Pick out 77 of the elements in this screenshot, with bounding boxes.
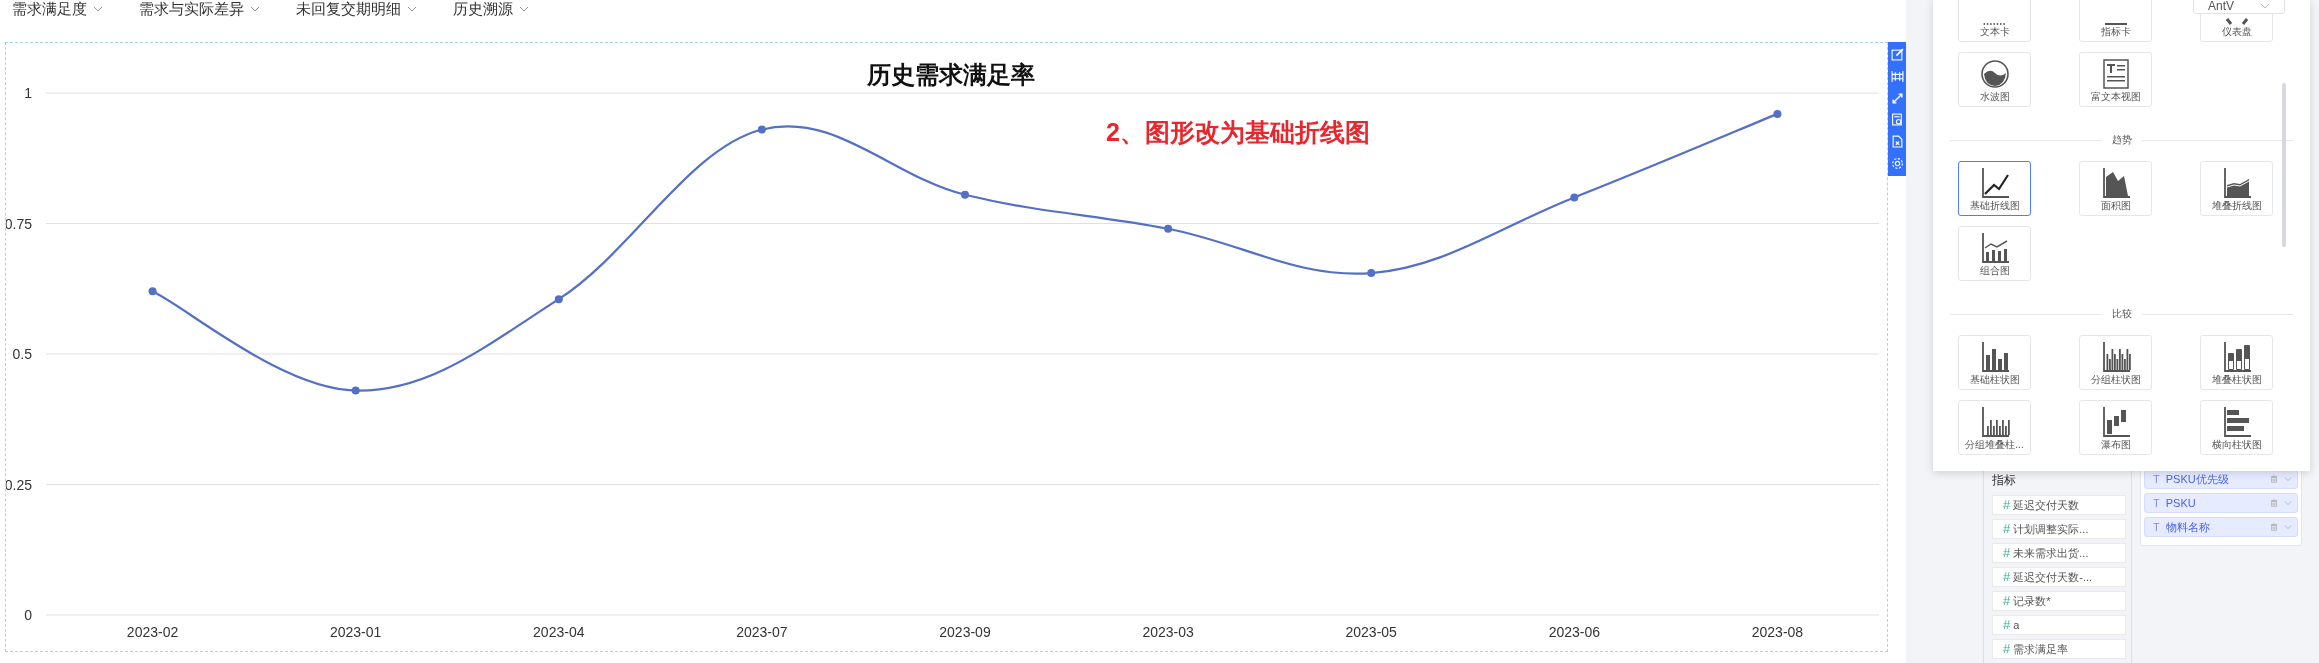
chevron-icon (407, 6, 417, 12)
chevron-icon[interactable] (2284, 499, 2292, 507)
chart-type-option[interactable]: 瀑布图 (2079, 400, 2152, 455)
metric-field[interactable]: # 延迟交付天数 (1992, 495, 2126, 515)
data-point (1570, 193, 1579, 202)
axis-label: 2023-03 (1142, 624, 1194, 640)
trash-icon[interactable] (2270, 475, 2278, 483)
data-point (1773, 109, 1782, 118)
nav-tab[interactable]: 需求满足度 (12, 0, 103, 18)
table-icon[interactable] (1890, 70, 1904, 83)
chart-type-option[interactable]: 堆叠柱状图 (2200, 335, 2273, 390)
chart-type-option[interactable]: 横向柱状图 (2200, 400, 2273, 455)
nav-tab[interactable]: 需求与实际差异 (139, 0, 260, 18)
axis-label: 1 (24, 85, 32, 101)
line-icon (2104, 23, 2127, 25)
chart-type-option[interactable]: 分组堆叠柱... (1958, 400, 2031, 455)
data-point (148, 287, 157, 296)
export-icon[interactable] (1890, 134, 1904, 148)
axis-label: 0.75 (6, 215, 32, 232)
metric-field[interactable]: # a (1992, 615, 2126, 635)
scrollbar[interactable] (2282, 83, 2286, 247)
chart-type-option[interactable]: 基础折线图 (1958, 161, 2031, 216)
engine-select[interactable]: AntV (2193, 0, 2285, 14)
metric-field[interactable]: # 未来需求出货... (1992, 543, 2126, 563)
axis-label: 2023-08 (1751, 624, 1804, 640)
metric-field[interactable]: # 计划调整实际... (1992, 519, 2126, 539)
axis-label: 2023-05 (1345, 624, 1397, 640)
metric-field[interactable]: # 需求满足率 (1992, 639, 2126, 659)
metric-field[interactable]: # 记录数* (1992, 591, 2126, 611)
axis-label: 0 (24, 607, 32, 623)
settings-icon[interactable] (1890, 156, 1904, 170)
edit-icon[interactable] (1890, 48, 1904, 62)
preview-icon[interactable] (1890, 113, 1904, 127)
section-title: 指标 (1992, 472, 2017, 489)
chevron-icon[interactable] (2284, 523, 2292, 531)
axis-label: 2023-02 (126, 624, 179, 640)
chevron-icon (250, 6, 260, 12)
chart-type-option[interactable]: 文本卡 (1958, 0, 2031, 42)
annotation-text: 2、图形改为基础折线图 (1106, 117, 1370, 148)
trash-icon[interactable] (2270, 499, 2278, 507)
data-point (961, 190, 969, 199)
section-title: 趋势 (2111, 133, 2132, 147)
chart-type-option[interactable]: 面积图 (2079, 161, 2152, 216)
section-title: 比较 (2111, 307, 2132, 321)
chart-type-option[interactable]: 组合图 (1958, 226, 2031, 281)
data-point (1367, 269, 1376, 278)
expand-icon[interactable] (1890, 91, 1904, 105)
chevron-icon (519, 6, 529, 12)
chart-type-option[interactable]: 水波图 (1958, 52, 2031, 107)
axis-label: 2023-04 (533, 624, 585, 640)
nav-tab[interactable]: 历史溯源 (453, 0, 529, 18)
data-point (351, 386, 360, 395)
chevron-icon (2260, 3, 2270, 9)
chevron-icon (93, 6, 103, 12)
chevron-icon[interactable] (2284, 475, 2292, 483)
chart-type-option[interactable]: 指标卡 (2079, 0, 2152, 42)
data-point (554, 295, 563, 304)
data-point (1164, 224, 1173, 233)
chart-type-option[interactable]: 富文本视图 (2079, 52, 2152, 107)
trash-icon[interactable] (2270, 523, 2278, 531)
chart-title: 历史需求满足率 (867, 61, 1035, 88)
gauge-icon (2225, 18, 2248, 25)
chart-type-option[interactable]: 分组柱状图 (2079, 335, 2152, 390)
chart-type-option[interactable]: 堆叠折线图 (2200, 161, 2273, 216)
chart-type-option[interactable]: 基础柱状图 (1958, 335, 2031, 390)
axis-label: 2023-09 (939, 624, 991, 640)
axis-label: 2023-01 (329, 624, 382, 640)
axis-label: 2023-07 (736, 624, 788, 640)
axis-label: 0.25 (6, 476, 32, 493)
axis-label: 2023-06 (1548, 624, 1601, 640)
data-point (757, 125, 766, 134)
metric-field[interactable]: # 延迟交付天数-... (1992, 567, 2126, 587)
dimension-field[interactable]: T PSKU优先级 (2144, 469, 2298, 489)
axis-label: 0.5 (12, 346, 32, 362)
dimension-field[interactable]: T 物料名称 (2144, 517, 2298, 537)
dimension-field[interactable]: T PSKU (2144, 493, 2298, 513)
nav-tab[interactable]: 未回复交期明细 (296, 0, 417, 18)
